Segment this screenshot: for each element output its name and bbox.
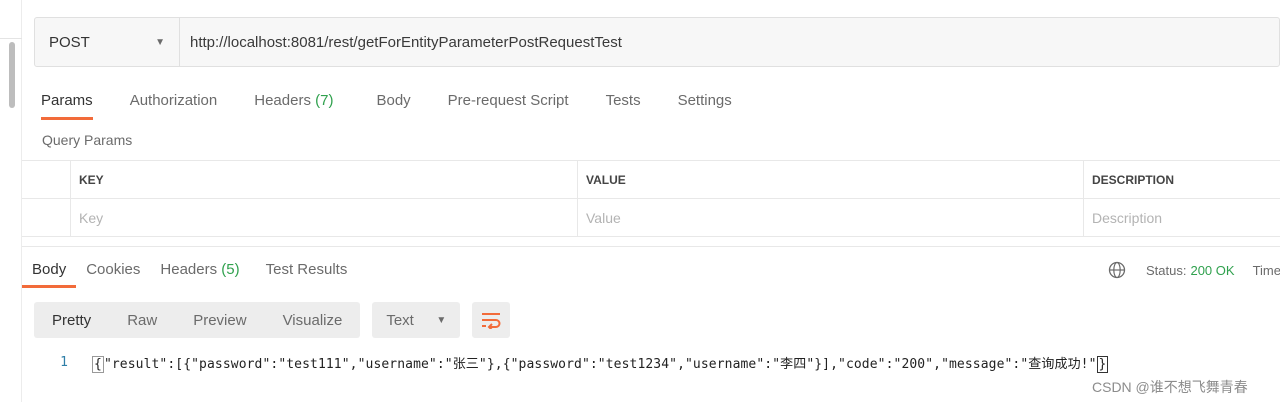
request-url-bar: POST ▼ http://localhost:8081/rest/getFor… xyxy=(34,17,1280,67)
format-select[interactable]: Text ▼ xyxy=(372,302,461,338)
status-label: Status: xyxy=(1146,262,1187,278)
response-tab-body[interactable]: Body xyxy=(22,258,77,288)
left-panel-divider xyxy=(0,38,22,39)
tab-settings[interactable]: Settings xyxy=(678,86,732,120)
response-json: "result":[{"password":"test111","usernam… xyxy=(103,356,1097,372)
format-label: Text xyxy=(386,311,414,329)
tab-params[interactable]: Params xyxy=(41,86,93,120)
response-tabs: Body Cookies Headers (5) Test Results xyxy=(22,258,367,288)
view-pretty-button[interactable]: Pretty xyxy=(34,302,109,338)
column-header-key: KEY xyxy=(70,161,577,199)
headers-count: (7) xyxy=(315,92,334,109)
view-raw-button[interactable]: Raw xyxy=(109,302,175,338)
view-visualize-button[interactable]: Visualize xyxy=(265,302,361,338)
left-panel-edge xyxy=(0,0,22,402)
tab-authorization[interactable]: Authorization xyxy=(130,86,218,120)
tab-pre-request-script[interactable]: Pre-request Script xyxy=(448,86,569,120)
table-row: Key Value Description xyxy=(22,199,1280,237)
response-tab-cookies[interactable]: Cookies xyxy=(86,258,140,288)
url-input[interactable]: http://localhost:8081/rest/getForEntityP… xyxy=(180,18,1279,66)
response-tab-headers[interactable]: Headers (5) xyxy=(160,258,239,288)
method-select[interactable]: POST ▼ xyxy=(35,18,180,66)
query-params-label: Query Params xyxy=(42,132,133,148)
value-input[interactable]: Value xyxy=(577,199,1083,237)
wrap-lines-icon xyxy=(482,313,501,329)
close-brace: } xyxy=(1096,355,1109,373)
description-input[interactable]: Description xyxy=(1083,199,1280,237)
method-label: POST xyxy=(49,33,90,51)
open-brace: { xyxy=(92,355,104,373)
view-mode-segmented: Pretty Raw Preview Visualize xyxy=(34,302,361,338)
tab-headers[interactable]: Headers (7) xyxy=(254,86,333,120)
response-headers-count: (5) xyxy=(221,261,240,278)
response-status: Status: 200 OK Time xyxy=(1108,260,1280,280)
tab-tests[interactable]: Tests xyxy=(606,86,641,120)
table-header-row: KEY VALUE DESCRIPTION xyxy=(22,161,1280,199)
column-header-description: DESCRIPTION xyxy=(1083,161,1280,199)
status-value: 200 OK xyxy=(1190,262,1235,278)
response-tab-test-results[interactable]: Test Results xyxy=(266,258,348,288)
globe-icon[interactable] xyxy=(1108,261,1126,279)
watermark: CSDN @谁不想飞舞青春 xyxy=(1092,379,1248,395)
wrap-lines-button[interactable] xyxy=(472,302,511,338)
tab-body[interactable]: Body xyxy=(376,86,410,120)
time-label: Time xyxy=(1252,262,1280,278)
key-input[interactable]: Key xyxy=(70,199,577,237)
response-body-line: 1 {"result":[{"password":"test111","user… xyxy=(22,351,1109,373)
line-number: 1 xyxy=(60,354,68,370)
response-view-bar: Pretty Raw Preview Visualize Text ▼ xyxy=(34,302,511,338)
chevron-down-icon: ▼ xyxy=(436,314,447,326)
view-preview-button[interactable]: Preview xyxy=(175,302,264,338)
query-params-table: KEY VALUE DESCRIPTION Key Value Descript… xyxy=(22,160,1280,237)
section-divider xyxy=(22,246,1280,247)
column-header-value: VALUE xyxy=(577,161,1083,199)
response-body-text[interactable]: {"result":[{"password":"test111","userna… xyxy=(92,353,1109,373)
chevron-down-icon: ▼ xyxy=(155,36,165,48)
scrollbar-thumb[interactable] xyxy=(9,42,15,108)
request-tabs: Params Authorization Headers (7) Body Pr… xyxy=(22,86,732,120)
